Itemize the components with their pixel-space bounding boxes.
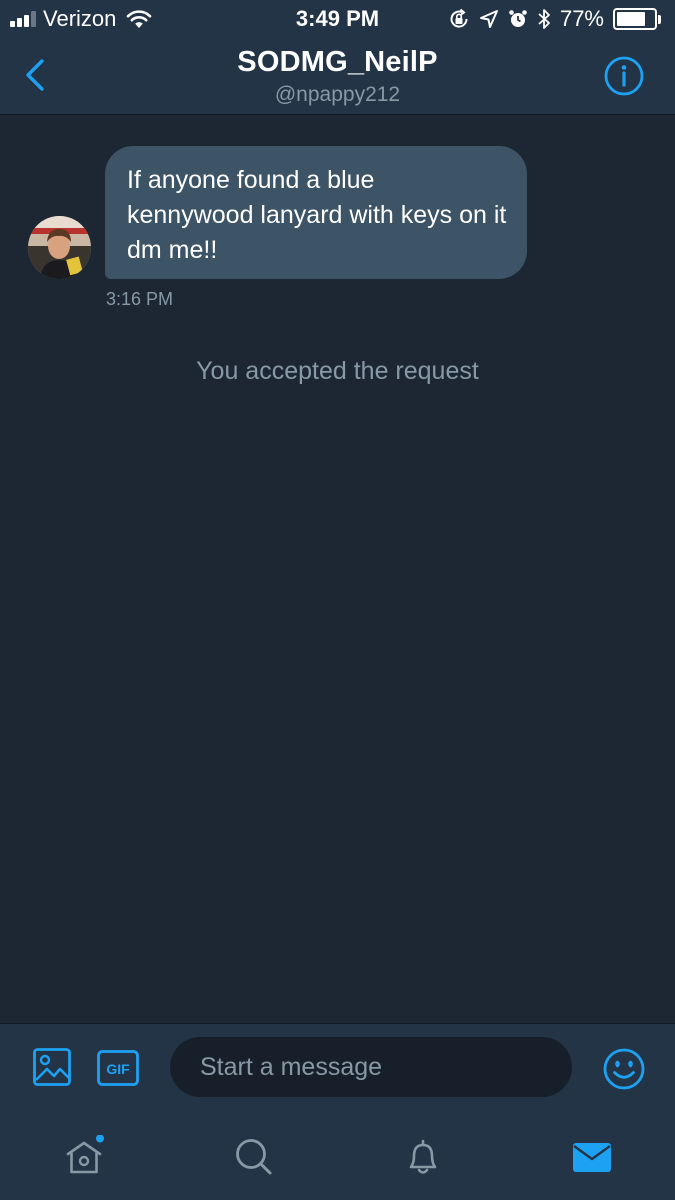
add-gif-button[interactable]: GIF (97, 1050, 139, 1086)
bell-icon (409, 1139, 437, 1174)
conversation-handle: @npappy212 (274, 83, 401, 106)
incoming-message-bubble[interactable]: If anyone found a blue kennywood lanyard… (105, 146, 527, 279)
add-photo-button[interactable] (32, 1047, 72, 1087)
notification-dot (96, 1135, 104, 1143)
battery-icon (613, 8, 661, 30)
tab-messages[interactable] (570, 1135, 614, 1179)
alarm-icon (508, 9, 528, 29)
location-arrow-icon (479, 9, 499, 29)
info-icon (604, 56, 644, 96)
battery-percent: 77% (559, 6, 604, 31)
tab-home[interactable] (62, 1135, 106, 1179)
signal-icon (10, 11, 36, 27)
info-button[interactable] (603, 55, 645, 97)
request-accepted-note: You accepted the request (196, 357, 479, 385)
tab-bar (0, 1113, 675, 1200)
conversation-header[interactable]: SODMG_NeilP @npappy212 (0, 46, 675, 107)
bluetooth-icon (537, 8, 551, 30)
message-timestamp: 3:16 PM (106, 289, 174, 309)
status-bar: Verizon 3:49 PM 77% (0, 0, 675, 38)
tab-search[interactable] (232, 1135, 276, 1179)
emoji-button[interactable] (602, 1047, 646, 1091)
gif-icon: GIF (97, 1050, 139, 1086)
message-input[interactable] (170, 1037, 572, 1097)
search-icon (236, 1139, 272, 1175)
message-composer: GIF (0, 1023, 675, 1113)
orientation-lock-icon (448, 8, 470, 30)
sender-avatar[interactable] (28, 216, 91, 279)
status-left: Verizon (10, 6, 152, 32)
conversation-title: SODMG_NeilP (237, 46, 438, 78)
top-bar: Verizon 3:49 PM 77% SODMG_NeilP @npappy2… (0, 0, 675, 115)
wifi-icon (126, 9, 152, 29)
tab-notifications[interactable] (401, 1135, 445, 1179)
emoji-icon (603, 1048, 645, 1090)
carrier-name: Verizon (43, 6, 117, 31)
gif-label: GIF (106, 1061, 130, 1077)
home-icon (66, 1135, 104, 1174)
dm-conversation-screen: Verizon 3:49 PM 77% SODMG_NeilP @npappy2… (0, 0, 675, 1200)
image-icon (33, 1048, 71, 1086)
envelope-icon (573, 1143, 611, 1172)
status-right: 77% (448, 6, 661, 32)
